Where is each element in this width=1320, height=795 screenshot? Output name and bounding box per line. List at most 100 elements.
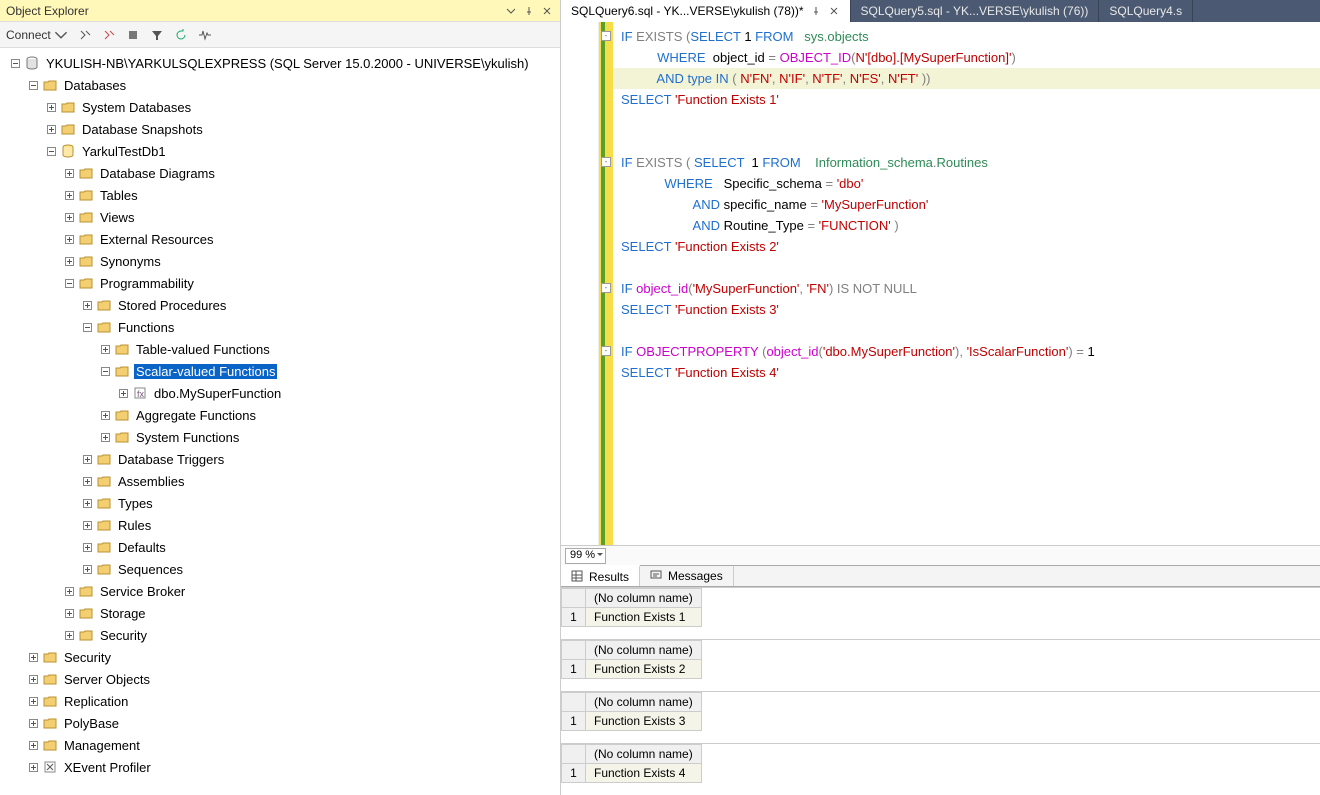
expand-icon[interactable] [80, 298, 94, 312]
cell-value[interactable]: Function Exists 3 [586, 712, 702, 731]
tree-node[interactable]: PolyBase [0, 712, 560, 734]
column-header[interactable]: (No column name) [586, 745, 702, 764]
connect-server-icon[interactable] [77, 27, 93, 43]
tab-results[interactable]: Results [561, 565, 640, 586]
tree-node[interactable]: XEvent Profiler [0, 756, 560, 778]
expand-icon[interactable] [62, 606, 76, 620]
collapse-icon[interactable] [44, 144, 58, 158]
expand-icon[interactable] [62, 166, 76, 180]
pin-icon[interactable] [810, 5, 822, 17]
expand-icon[interactable] [26, 760, 40, 774]
tree-node[interactable]: Management [0, 734, 560, 756]
stop-icon[interactable] [125, 27, 141, 43]
expand-icon[interactable] [62, 188, 76, 202]
tab-messages[interactable]: Messages [640, 566, 734, 586]
document-tab[interactable]: SQLQuery6.sql - YK...VERSE\ykulish (78))… [561, 0, 851, 22]
expand-icon[interactable] [62, 232, 76, 246]
collapse-icon[interactable] [62, 276, 76, 290]
table-row[interactable]: 1Function Exists 3 [562, 712, 702, 731]
expand-icon[interactable] [62, 210, 76, 224]
expand-icon[interactable] [26, 672, 40, 686]
editor-code[interactable]: IF EXISTS (SELECT 1 FROM sys.objects WHE… [613, 22, 1320, 545]
table-row[interactable]: 1Function Exists 2 [562, 660, 702, 679]
expand-icon[interactable] [44, 100, 58, 114]
collapse-icon[interactable] [26, 78, 40, 92]
expand-icon[interactable] [80, 474, 94, 488]
tree-node[interactable]: Storage [0, 602, 560, 624]
tree-node[interactable]: Stored Procedures [0, 294, 560, 316]
column-header[interactable]: (No column name) [586, 589, 702, 608]
tree-node[interactable]: YarkulTestDb1 [0, 140, 560, 162]
expand-icon[interactable] [80, 452, 94, 466]
fold-icon[interactable]: - [601, 346, 611, 356]
tree-node[interactable]: Functions [0, 316, 560, 338]
expand-icon[interactable] [98, 342, 112, 356]
expand-icon[interactable] [26, 650, 40, 664]
table-row[interactable]: 1Function Exists 4 [562, 764, 702, 783]
tree-node[interactable]: Database Diagrams [0, 162, 560, 184]
pin-icon[interactable] [522, 4, 536, 18]
column-header[interactable]: (No column name) [586, 641, 702, 660]
tree-node[interactable]: External Resources [0, 228, 560, 250]
results-pane[interactable]: (No column name)1Function Exists 1(No co… [561, 587, 1320, 795]
expand-icon[interactable] [26, 738, 40, 752]
tree-node[interactable]: Assemblies [0, 470, 560, 492]
expand-icon[interactable] [62, 584, 76, 598]
cell-value[interactable]: Function Exists 2 [586, 660, 702, 679]
expand-icon[interactable] [80, 518, 94, 532]
expand-icon[interactable] [80, 562, 94, 576]
tree-node[interactable]: Database Snapshots [0, 118, 560, 140]
expand-icon[interactable] [80, 540, 94, 554]
connect-button[interactable]: Connect [6, 27, 69, 43]
refresh-icon[interactable] [173, 27, 189, 43]
tree-node[interactable]: Sequences [0, 558, 560, 580]
zoom-select[interactable]: 99 % [565, 548, 606, 564]
collapse-icon[interactable] [80, 320, 94, 334]
expand-icon[interactable] [98, 430, 112, 444]
dropdown-icon[interactable] [504, 4, 518, 18]
expand-icon[interactable] [62, 254, 76, 268]
expand-icon[interactable] [62, 628, 76, 642]
object-explorer-tree[interactable]: YKULISH-NB\YARKULSQLEXPRESS (SQL Server … [0, 48, 560, 795]
tree-node[interactable]: YKULISH-NB\YARKULSQLEXPRESS (SQL Server … [0, 52, 560, 74]
filter-icon[interactable] [149, 27, 165, 43]
expand-icon[interactable] [116, 386, 130, 400]
tree-node[interactable]: Security [0, 624, 560, 646]
fold-icon[interactable]: - [601, 283, 611, 293]
tree-node[interactable]: Types [0, 492, 560, 514]
expand-icon[interactable] [26, 694, 40, 708]
tree-node[interactable]: fxdbo.MySuperFunction [0, 382, 560, 404]
tree-node[interactable]: Scalar-valued Functions [0, 360, 560, 382]
expand-icon[interactable] [98, 408, 112, 422]
document-tab[interactable]: SQLQuery4.s [1099, 0, 1193, 22]
tree-node[interactable]: Aggregate Functions [0, 404, 560, 426]
tree-node[interactable]: Replication [0, 690, 560, 712]
fold-icon[interactable]: - [601, 157, 611, 167]
expand-icon[interactable] [26, 716, 40, 730]
tree-node[interactable]: Synonyms [0, 250, 560, 272]
tree-node[interactable]: Databases [0, 74, 560, 96]
tree-node[interactable]: Security [0, 646, 560, 668]
collapse-icon[interactable] [98, 364, 112, 378]
tree-node[interactable]: Service Broker [0, 580, 560, 602]
cell-value[interactable]: Function Exists 1 [586, 608, 702, 627]
tree-node[interactable]: Tables [0, 184, 560, 206]
activity-icon[interactable] [197, 27, 213, 43]
disconnect-icon[interactable] [101, 27, 117, 43]
expand-icon[interactable] [44, 122, 58, 136]
tree-node[interactable]: System Functions [0, 426, 560, 448]
tree-node[interactable]: System Databases [0, 96, 560, 118]
close-icon[interactable] [540, 4, 554, 18]
table-row[interactable]: 1Function Exists 1 [562, 608, 702, 627]
tree-node[interactable]: Database Triggers [0, 448, 560, 470]
document-tab[interactable]: SQLQuery5.sql - YK...VERSE\ykulish (76)) [851, 0, 1100, 22]
close-icon[interactable] [828, 5, 840, 17]
sql-editor[interactable]: IF EXISTS (SELECT 1 FROM sys.objects WHE… [561, 22, 1320, 545]
tree-node[interactable]: Server Objects [0, 668, 560, 690]
collapse-icon[interactable] [8, 56, 22, 70]
expand-icon[interactable] [80, 496, 94, 510]
cell-value[interactable]: Function Exists 4 [586, 764, 702, 783]
tree-node[interactable]: Rules [0, 514, 560, 536]
column-header[interactable]: (No column name) [586, 693, 702, 712]
tree-node[interactable]: Views [0, 206, 560, 228]
